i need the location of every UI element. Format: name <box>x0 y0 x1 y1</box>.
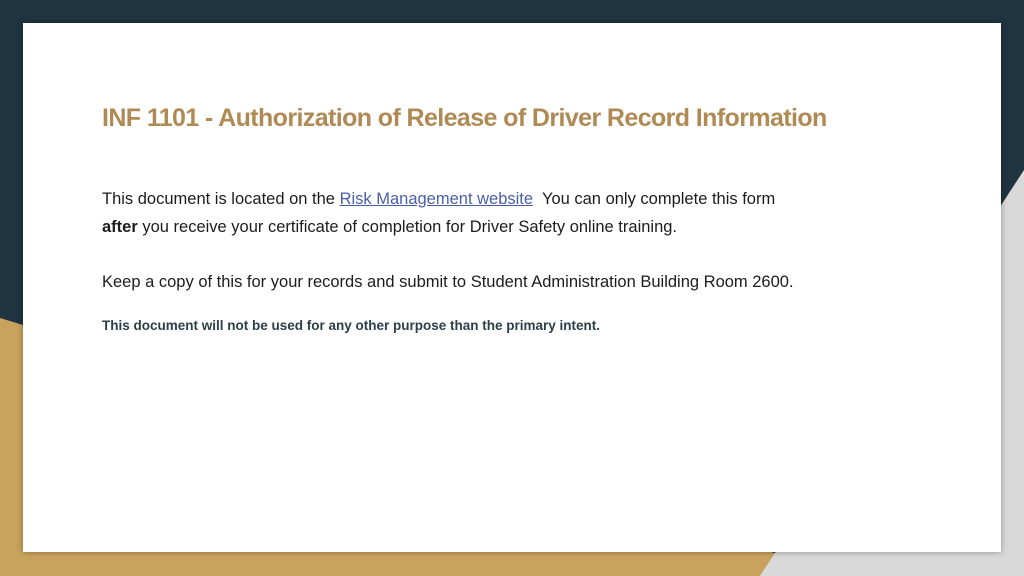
location-intro-text: This document is located on the <box>102 190 340 208</box>
risk-management-link[interactable]: Risk Management website <box>340 190 534 208</box>
slide-card: INF 1101 - Authorization of Release of D… <box>23 23 1001 552</box>
records-paragraph: Keep a copy of this for your records and… <box>102 273 794 291</box>
after-emphasis: after <box>102 218 138 236</box>
complete-form-text: You can only complete this form <box>533 190 780 208</box>
certificate-text: you receive your certificate of completi… <box>137 218 678 236</box>
slide-title: INF 1101 - Authorization of Release of D… <box>102 104 827 132</box>
purpose-note: This document will not be used for any o… <box>102 318 601 333</box>
location-paragraph: This document is located on the Risk Man… <box>102 185 962 241</box>
